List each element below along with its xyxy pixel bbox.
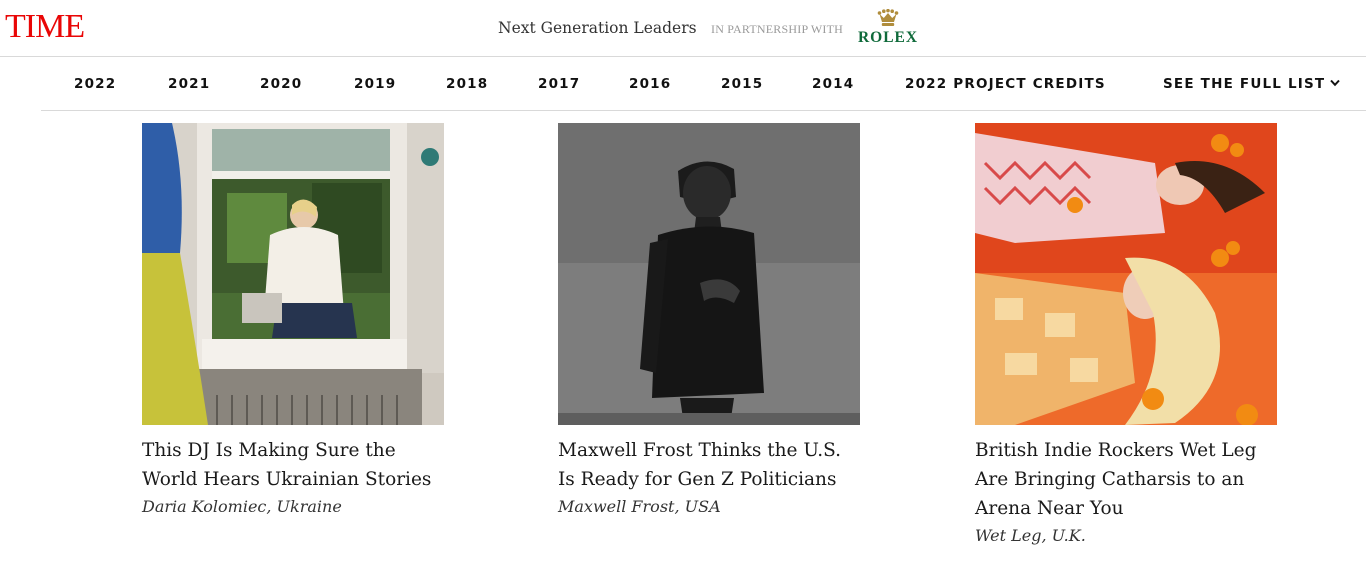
nav-year-2021[interactable]: 2021 bbox=[168, 76, 210, 92]
year-nav: 2022 2021 2020 2019 2018 2017 2016 2015 … bbox=[41, 58, 1366, 111]
rolex-wordmark: ROLEX bbox=[857, 29, 919, 46]
program-title[interactable]: Next Generation Leaders bbox=[498, 19, 697, 37]
story-image-daria-kolomiec[interactable] bbox=[142, 123, 444, 425]
see-full-list-label: SEE THE FULL LIST bbox=[1163, 76, 1326, 92]
story-image-maxwell-frost[interactable] bbox=[558, 123, 860, 425]
site-header: TIME Next Generation Leaders IN PARTNERS… bbox=[0, 0, 1366, 57]
see-full-list-dropdown[interactable]: SEE THE FULL LIST bbox=[1163, 76, 1341, 92]
nav-year-2016[interactable]: 2016 bbox=[629, 76, 671, 92]
nav-year-2015[interactable]: 2015 bbox=[721, 76, 763, 92]
story-title[interactable]: Maxwell Frost Thinks the U.S. Is Ready f… bbox=[558, 436, 860, 494]
rolex-crown-icon bbox=[877, 9, 899, 26]
rolex-logo[interactable]: ROLEX bbox=[855, 9, 921, 49]
story-card-wet-leg: British Indie Rockers Wet Leg Are Bringi… bbox=[975, 123, 1277, 548]
story-image-wet-leg[interactable] bbox=[975, 123, 1277, 425]
story-card-daria-kolomiec: This DJ Is Making Sure the World Hears U… bbox=[142, 123, 444, 519]
partnership-label: IN PARTNERSHIP WITH bbox=[711, 22, 843, 36]
nav-year-2017[interactable]: 2017 bbox=[538, 76, 580, 92]
nav-year-2018[interactable]: 2018 bbox=[446, 76, 488, 92]
chevron-down-icon bbox=[1330, 79, 1341, 87]
nav-project-credits[interactable]: 2022 PROJECT CREDITS bbox=[905, 76, 1106, 92]
story-subtitle: Maxwell Frost, USA bbox=[558, 497, 721, 516]
story-title[interactable]: British Indie Rockers Wet Leg Are Bringi… bbox=[975, 436, 1277, 523]
time-logo[interactable]: TIME bbox=[5, 10, 85, 44]
nav-year-2022[interactable]: 2022 bbox=[74, 76, 116, 92]
nav-year-2019[interactable]: 2019 bbox=[354, 76, 396, 92]
story-subtitle: Wet Leg, U.K. bbox=[975, 526, 1086, 545]
story-card-maxwell-frost: Maxwell Frost Thinks the U.S. Is Ready f… bbox=[558, 123, 860, 519]
story-subtitle: Daria Kolomiec, Ukraine bbox=[142, 497, 342, 516]
nav-year-2014[interactable]: 2014 bbox=[812, 76, 854, 92]
story-title[interactable]: This DJ Is Making Sure the World Hears U… bbox=[142, 436, 444, 494]
nav-year-2020[interactable]: 2020 bbox=[260, 76, 302, 92]
